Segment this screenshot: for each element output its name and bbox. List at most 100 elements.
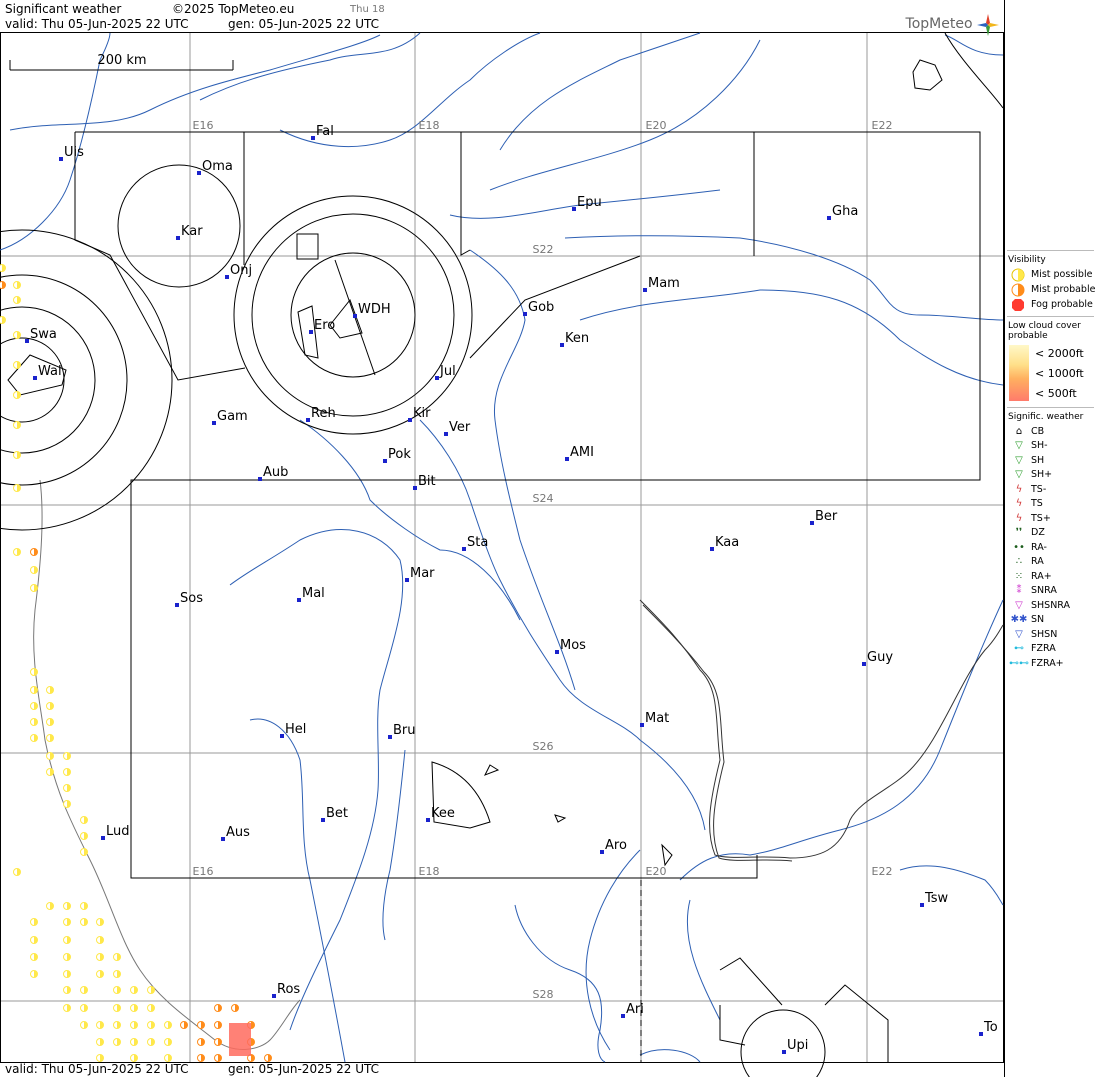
mist-possible-marker — [80, 1004, 88, 1012]
sigwx-label: SHSNRA — [1031, 599, 1071, 611]
mist-possible-marker — [113, 953, 121, 961]
mist-possible-marker — [46, 718, 54, 726]
lowcloud-2000: < 2000ft — [1035, 347, 1084, 360]
city-gha: Gha — [827, 204, 858, 220]
city-label: Tsw — [924, 891, 949, 906]
legend-sigwx-shsn: ▽ SHSN — [1005, 627, 1095, 642]
city-dot — [408, 418, 412, 422]
river — [585, 849, 641, 1051]
sigwx-label: DZ — [1031, 527, 1045, 539]
lon-label: E16 — [193, 865, 214, 878]
city-layer: Uis Fal Oma Kar Onj Epu Gha Swa Wal WDH Ero Gob Mam K… — [25, 124, 998, 1054]
sh--icon: ▽ — [1015, 469, 1023, 481]
airspace-edge — [460, 132, 471, 256]
airspace-edge — [469, 255, 641, 359]
city-dot — [353, 314, 357, 318]
mist-possible-marker — [30, 734, 38, 742]
mist-possible-marker — [96, 953, 104, 961]
city-label: Ver — [449, 420, 471, 435]
legend-sigwx-ts-: ϟ TS+ — [1005, 511, 1095, 526]
legend-sigwx-sh-: ▽ SH+ — [1005, 468, 1095, 483]
city-label: Sos — [180, 591, 203, 606]
mist-probable-marker — [214, 1038, 222, 1046]
city-label: Bet — [326, 806, 348, 821]
mist-possible-marker — [63, 768, 71, 776]
lon-label: E16 — [193, 119, 214, 132]
sigwx-label: SH — [1031, 454, 1045, 466]
city-lud: Lud — [101, 824, 130, 840]
mist-possible-marker — [113, 1004, 121, 1012]
city-label: Onj — [230, 263, 252, 278]
city-epu: Epu — [572, 195, 602, 211]
mist-probable-marker — [197, 1021, 205, 1029]
sigwx-label: RA+ — [1031, 570, 1052, 582]
mist-possible-marker — [130, 1004, 138, 1012]
mist-possible-marker — [113, 970, 121, 978]
city-mal: Mal — [297, 586, 325, 602]
city-label: Upi — [787, 1038, 808, 1053]
lowcloud-1000: < 1000ft — [1035, 367, 1084, 380]
lowcloud-500: < 500ft — [1035, 387, 1077, 400]
mist-possible-marker — [164, 1054, 172, 1062]
graticule — [1, 33, 1003, 1062]
sigwx-label: CB — [1031, 425, 1045, 437]
lat-label: S24 — [533, 492, 554, 505]
city-label: Ber — [815, 509, 838, 524]
cb-icon: ⌂ — [1015, 425, 1023, 437]
mist-probable-marker — [214, 1021, 222, 1029]
mist-layer — [0, 264, 272, 1062]
mist-possible-marker — [80, 918, 88, 926]
mist-possible-marker — [13, 391, 21, 399]
mist-possible-marker — [147, 1004, 155, 1012]
city-label: Gob — [528, 300, 554, 315]
lowcloud-title: Low cloud cover probable — [1008, 321, 1081, 341]
legend-sigwx-shsnra: ▽ SHSNRA — [1005, 598, 1095, 613]
mist-possible-marker — [96, 1054, 104, 1062]
legend-mist-possible: Mist possible — [1005, 267, 1095, 282]
lowcloud-scale: < 2000ft < 1000ft < 500ft — [1009, 345, 1095, 403]
legend-fog-probable: Fog probable — [1005, 297, 1095, 312]
city-ari: Ari — [621, 1002, 644, 1018]
city-label: Gha — [832, 204, 858, 219]
ts--icon: ϟ — [1015, 512, 1023, 524]
city-label: Lud — [106, 824, 130, 839]
city-label: Mam — [648, 276, 680, 291]
ts--icon: ϟ — [1015, 483, 1023, 495]
city-label: Aus — [226, 825, 250, 840]
lat-label: S26 — [533, 740, 554, 753]
lon-label: E20 — [646, 119, 667, 132]
city-kar: Kar — [176, 224, 203, 240]
chart-title: Significant weather — [5, 2, 122, 16]
sigwx-label: SNRA — [1031, 585, 1057, 597]
city-label: Ken — [565, 331, 589, 346]
city-mar: Mar — [405, 566, 435, 582]
city-onj: Onj — [225, 263, 252, 279]
topmeteo-logo: TopMeteo — [906, 14, 999, 36]
mist-possible-marker — [96, 1038, 104, 1046]
mist-possible-marker — [80, 986, 88, 994]
city-pok: Pok — [383, 447, 411, 463]
shsn-icon: ▽ — [1015, 628, 1023, 640]
city-label: Mos — [560, 638, 586, 653]
mist-possible-marker — [80, 816, 88, 824]
city-dot — [388, 735, 392, 739]
city-dot — [435, 376, 439, 380]
city-dot — [920, 903, 924, 907]
city-label: Kee — [431, 806, 455, 821]
city-dot — [979, 1032, 983, 1036]
city-dot — [862, 662, 866, 666]
map-frame — [0, 32, 1004, 1063]
city-ber: Ber — [810, 509, 838, 525]
mist-possible-marker — [63, 953, 71, 961]
mist-possible-marker — [46, 702, 54, 710]
snra-icon: ⁑ — [1016, 585, 1022, 597]
ra-icon: ∴ — [1015, 556, 1023, 568]
legend-sigwx-ra-: ⁙ RA+ — [1005, 569, 1095, 584]
river — [899, 865, 1004, 906]
mist-possible-marker — [147, 1021, 155, 1029]
mist-possible-marker — [13, 331, 21, 339]
city-label: Reh — [311, 406, 336, 421]
mist-possible-marker — [13, 484, 21, 492]
city-to: To — [979, 1020, 998, 1036]
legend-sigwx-sn: ✱✱ SN — [1005, 613, 1095, 628]
